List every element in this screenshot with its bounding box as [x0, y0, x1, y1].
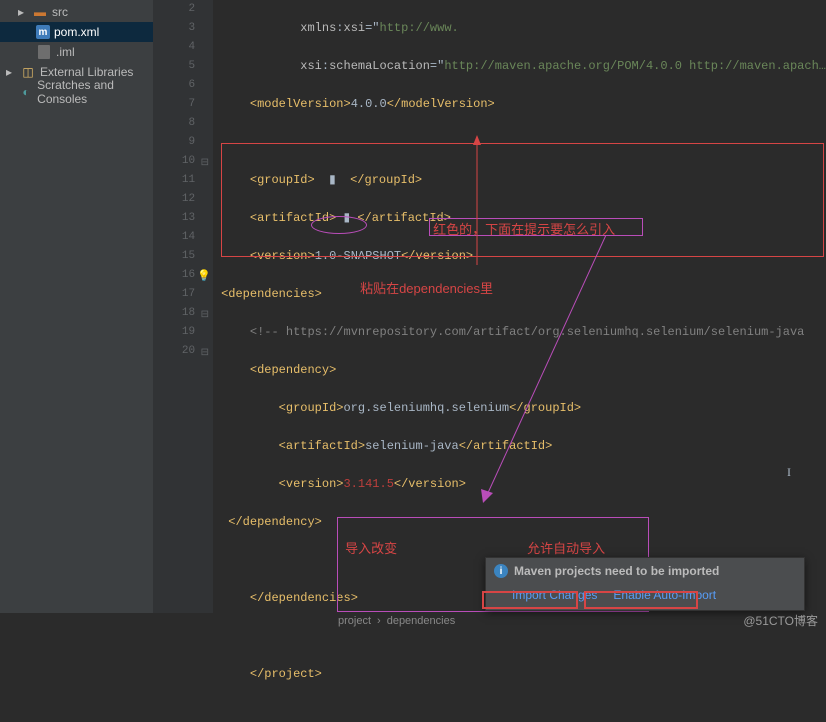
project-sidebar[interactable]: ▸ ▬ src m pom.xml .iml ▸ ◫ External Libr… — [0, 0, 153, 613]
file-icon — [36, 44, 52, 60]
maven-import-popup: i Maven projects need to be imported Imp… — [485, 557, 805, 611]
annotation-text: 红色的，下面在提示要怎么引入 — [433, 219, 615, 238]
tree-label: Scratches and Consoles — [37, 78, 153, 106]
annotation-text: 粘贴在dependencies里 — [360, 278, 493, 297]
library-icon: ◫ — [20, 64, 36, 80]
annotation-text: 导入改变 — [345, 538, 397, 557]
line-gutter: 2 3 4 5 6 7 8 9 10⊟ 11 12 13 14 15 16💡 1… — [153, 0, 213, 613]
info-icon: i — [494, 564, 508, 578]
expand-arrow-icon[interactable]: ▸ — [6, 65, 16, 79]
tree-item-pom[interactable]: m pom.xml — [0, 22, 153, 42]
code-content[interactable]: xmlns:xsi="http://www. xsi:schemaLocatio… — [213, 0, 826, 613]
breadcrumb-item[interactable]: project — [338, 615, 371, 627]
enable-auto-import-link[interactable]: Enable Auto-Import — [613, 588, 716, 602]
tree-label: .iml — [56, 45, 75, 59]
scratch-icon: ◐ — [19, 84, 33, 100]
fold-icon[interactable]: ⊟ — [201, 154, 209, 173]
breadcrumb[interactable]: project › dependencies — [338, 613, 455, 629]
tree-item-iml[interactable]: .iml — [0, 42, 153, 62]
chevron-right-icon: › — [377, 615, 381, 627]
maven-file-icon: m — [36, 25, 50, 39]
import-changes-link[interactable]: Import Changes — [512, 588, 597, 602]
breadcrumb-item[interactable]: dependencies — [387, 615, 456, 627]
tree-item-scratches[interactable]: ▸ ◐ Scratches and Consoles — [0, 82, 153, 102]
tree-label: External Libraries — [40, 65, 133, 79]
expand-arrow-icon[interactable]: ▸ — [18, 5, 28, 19]
popup-title: Maven projects need to be imported — [514, 564, 719, 578]
tree-label: pom.xml — [54, 25, 99, 39]
tree-label: src — [52, 5, 68, 19]
lightbulb-icon[interactable]: 💡 — [197, 268, 211, 287]
tree-item-src[interactable]: ▸ ▬ src — [0, 2, 153, 22]
fold-icon[interactable]: ⊟ — [201, 306, 209, 325]
annotation-text: 允许自动导入 — [527, 538, 605, 557]
watermark: @51CTO博客 — [743, 612, 818, 629]
code-editor[interactable]: 2 3 4 5 6 7 8 9 10⊟ 11 12 13 14 15 16💡 1… — [153, 0, 826, 613]
fold-icon[interactable]: ⊟ — [201, 344, 209, 363]
folder-icon: ▬ — [32, 4, 48, 20]
text-cursor-icon: I — [787, 465, 791, 480]
